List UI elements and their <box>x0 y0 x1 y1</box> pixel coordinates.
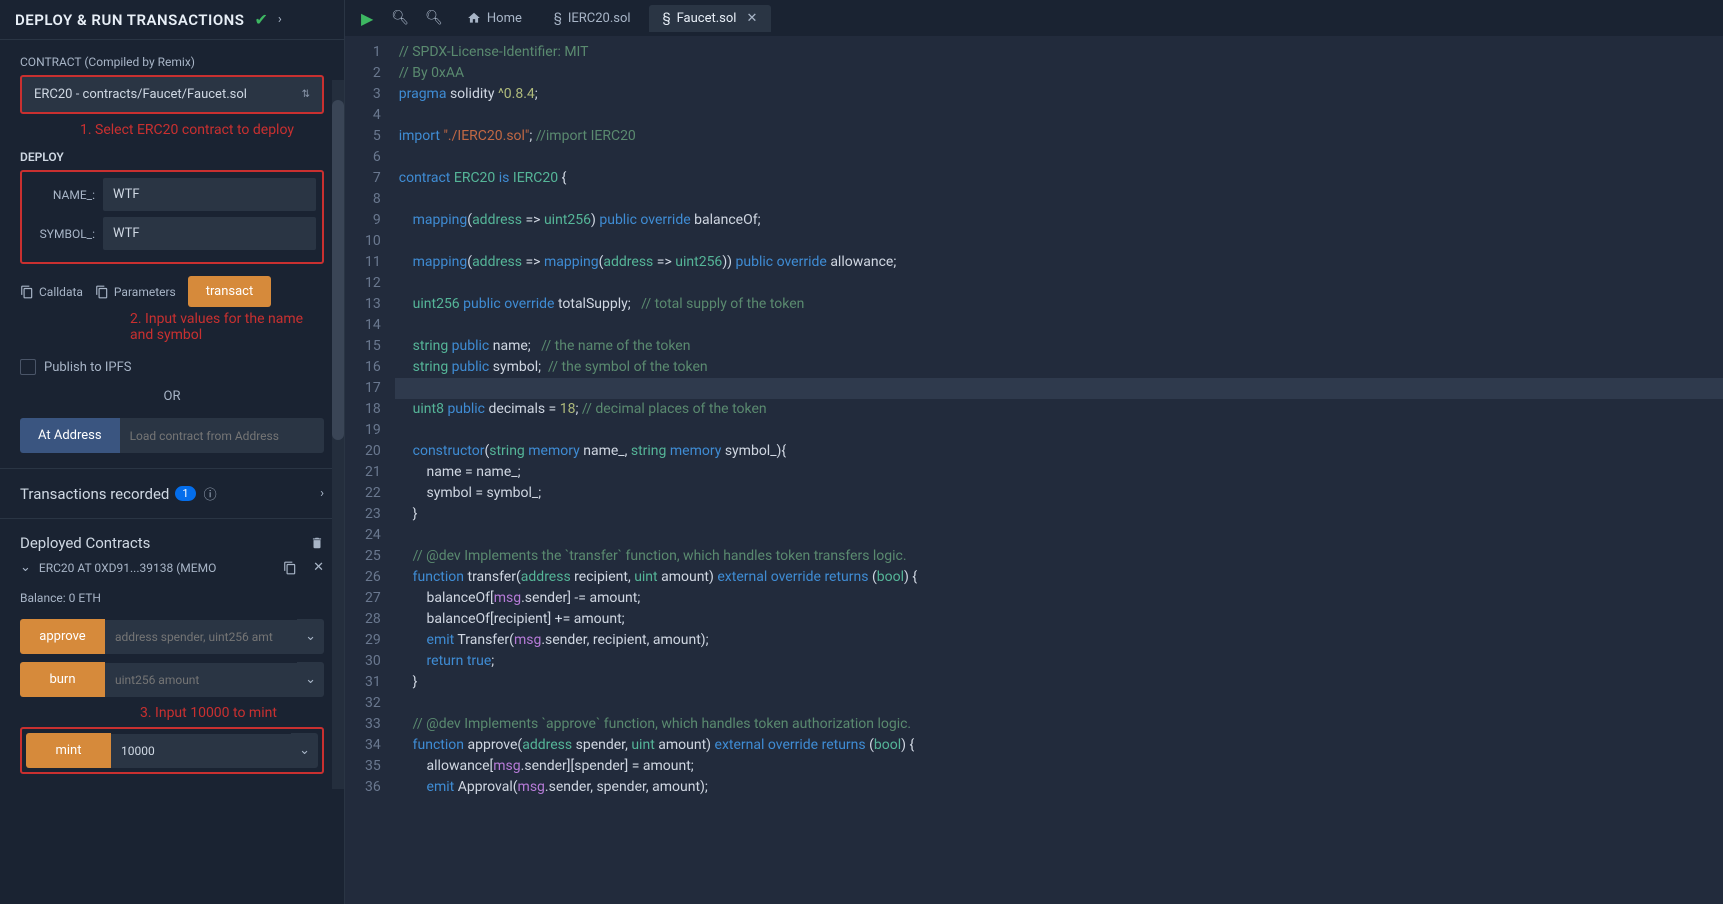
collapse-chevron-icon[interactable]: › <box>278 12 282 27</box>
code-editor[interactable]: 1234567891011121314151617181920212223242… <box>345 36 1723 904</box>
annotation-3: 3. Input 10000 to mint <box>140 705 324 721</box>
chevron-down-icon[interactable]: ⌄ <box>20 560 31 575</box>
publish-ipfs-checkbox[interactable] <box>20 359 36 375</box>
symbol-label: SYMBOL_: <box>28 227 103 241</box>
constructor-args-box: NAME_: SYMBOL_: <box>20 170 324 264</box>
mint-input[interactable] <box>111 734 291 768</box>
annotation-2: 2. Input values for the name and symbol <box>130 311 324 343</box>
mint-expand-icon[interactable]: ⌄ <box>291 733 318 768</box>
zoom-out-icon[interactable]: 🔍︎ <box>385 10 415 26</box>
trash-icon[interactable] <box>310 536 324 551</box>
select-arrows-icon: ⇅ <box>302 89 310 100</box>
transactions-title: Transactions recorded <box>20 485 169 503</box>
editor-area: ▶ 🔍︎ 🔍︎ Home § IERC20.sol § Faucet.sol ✕… <box>345 0 1723 904</box>
name-label: NAME_: <box>28 188 103 202</box>
home-icon <box>467 11 481 25</box>
load-address-input[interactable] <box>120 418 324 453</box>
deployed-contract-name[interactable]: ERC20 AT 0XD91...39138 (MEMO <box>39 561 275 575</box>
transactions-recorded-row[interactable]: Transactions recorded 1 ⓘ › <box>20 484 324 503</box>
name-input[interactable] <box>103 178 316 211</box>
symbol-input[interactable] <box>103 217 316 250</box>
transact-button[interactable]: transact <box>188 276 272 307</box>
solidity-icon: § <box>554 11 562 26</box>
annotation-1: 1. Select ERC20 contract to deploy <box>80 122 324 138</box>
zoom-in-icon[interactable]: 🔍︎ <box>419 10 449 26</box>
approve-button[interactable]: approve <box>20 619 105 654</box>
editor-tabs: ▶ 🔍︎ 🔍︎ Home § IERC20.sol § Faucet.sol ✕ <box>345 0 1723 36</box>
close-contract-icon[interactable]: ✕ <box>313 560 324 575</box>
burn-button[interactable]: burn <box>20 662 105 697</box>
solidity-icon: § <box>663 11 671 26</box>
or-divider: OR <box>20 389 324 404</box>
run-icon[interactable]: ▶ <box>353 9 381 28</box>
burn-input[interactable] <box>105 663 297 697</box>
tab-home[interactable]: Home <box>453 5 536 32</box>
burn-expand-icon[interactable]: ⌄ <box>297 662 324 697</box>
mint-button[interactable]: mint <box>26 733 111 768</box>
expand-chevron-icon[interactable]: › <box>320 486 324 501</box>
at-address-button[interactable]: At Address <box>20 418 120 453</box>
selected-contract-text: ERC20 - contracts/Faucet/Faucet.sol <box>34 87 247 102</box>
deploy-sidebar: DEPLOY & RUN TRANSACTIONS ✔ › CONTRACT (… <box>0 0 345 904</box>
contract-select[interactable]: ERC20 - contracts/Faucet/Faucet.sol ⇅ <box>20 75 324 114</box>
line-gutter: 1234567891011121314151617181920212223242… <box>345 36 395 904</box>
tab-faucet[interactable]: § Faucet.sol ✕ <box>649 5 772 32</box>
compile-success-icon: ✔ <box>254 10 267 29</box>
copy-icon <box>20 285 34 299</box>
approve-expand-icon[interactable]: ⌄ <box>297 619 324 654</box>
parameters-button[interactable]: Parameters <box>95 285 176 299</box>
sidebar-header: DEPLOY & RUN TRANSACTIONS ✔ › <box>0 0 344 40</box>
transactions-count-badge: 1 <box>175 486 195 501</box>
close-tab-icon[interactable]: ✕ <box>746 11 757 26</box>
calldata-button[interactable]: Calldata <box>20 285 83 299</box>
deploy-label: DEPLOY <box>20 150 324 164</box>
contract-balance: Balance: 0 ETH <box>20 591 324 605</box>
tab-ierc20[interactable]: § IERC20.sol <box>540 5 645 32</box>
copy-icon <box>95 285 109 299</box>
code-lines[interactable]: // SPDX-License-Identifier: MIT// By 0xA… <box>395 36 1723 904</box>
copy-address-icon[interactable] <box>283 561 297 575</box>
approve-input[interactable] <box>105 620 297 654</box>
deployed-title: Deployed Contracts <box>20 534 150 552</box>
sidebar-title: DEPLOY & RUN TRANSACTIONS <box>15 11 244 29</box>
publish-label: Publish to IPFS <box>44 360 132 375</box>
info-icon[interactable]: ⓘ <box>204 484 217 503</box>
contract-label: CONTRACT (Compiled by Remix) <box>20 55 324 69</box>
